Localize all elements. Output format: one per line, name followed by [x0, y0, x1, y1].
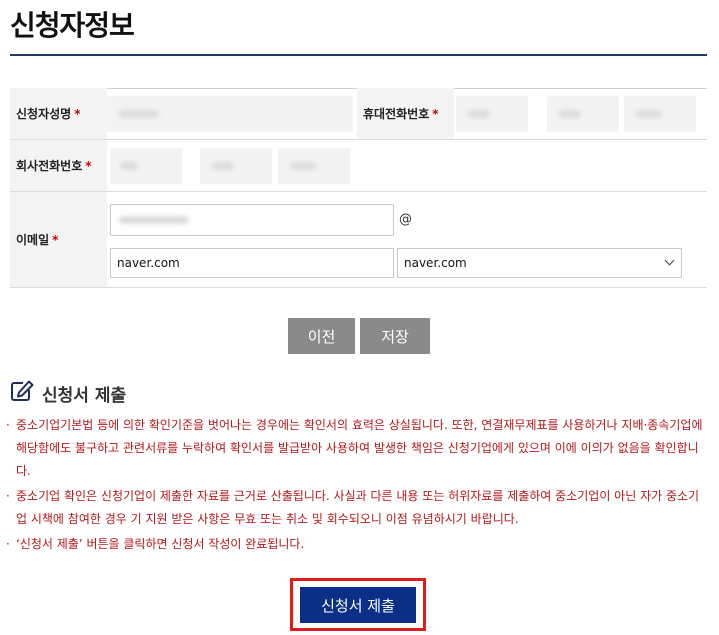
- email-id-input[interactable]: [110, 204, 394, 236]
- mobile-phone-part2-input[interactable]: [547, 96, 619, 132]
- required-mark: *: [74, 106, 81, 121]
- form-row-email: 이메일 * @ naver.com naver.com: [10, 192, 707, 288]
- applicant-name-input[interactable]: [107, 96, 353, 132]
- company-phone-part3-input[interactable]: [278, 148, 350, 184]
- required-mark: *: [432, 106, 439, 121]
- redacted-value: [468, 110, 490, 118]
- redacted-value: [290, 162, 316, 170]
- redacted-value: [120, 162, 138, 170]
- submission-section-header: 신청서 제출: [10, 380, 126, 406]
- edit-icon: [10, 380, 34, 406]
- company-phone-label-text: 회사전화번호: [16, 159, 83, 173]
- notice-item: 중소기업기본법 등에 의한 확인기준을 벗어나는 경우에는 확인서의 효력은 상…: [6, 414, 709, 483]
- form-row-company-phone: 회사전화번호 *: [10, 140, 707, 192]
- notice-item: 중소기업 확인은 신청기업이 제출한 자료를 근거로 산출됩니다. 사실과 다른…: [6, 485, 709, 531]
- form-row-name-mobile: 신청자성명 * 휴대전화번호 *: [10, 88, 707, 140]
- redacted-value: [119, 110, 159, 118]
- email-label: 이메일 *: [10, 192, 107, 287]
- mobile-phone-label-text: 휴대전화번호: [363, 107, 430, 121]
- email-domain-value: naver.com: [117, 256, 180, 270]
- save-button[interactable]: 저장: [360, 318, 430, 354]
- company-phone-part2-input[interactable]: [200, 148, 272, 184]
- email-domain-input[interactable]: naver.com: [110, 248, 394, 278]
- mobile-phone-label: 휴대전화번호 *: [357, 88, 454, 139]
- redacted-value: [636, 110, 662, 118]
- prev-button[interactable]: 이전: [288, 318, 355, 354]
- redacted-value: [559, 110, 581, 118]
- company-phone-label: 회사전화번호 *: [10, 140, 107, 191]
- applicant-name-label: 신청자성명 *: [10, 88, 107, 139]
- notice-item: ‘신청서 제출’ 버튼을 클릭하면 신청서 작성이 완료됩니다.: [6, 533, 709, 556]
- email-domain-select[interactable]: naver.com: [397, 248, 682, 278]
- chevron-down-icon: [664, 255, 675, 266]
- email-domain-select-value: naver.com: [404, 256, 467, 270]
- redacted-value: [119, 216, 189, 224]
- title-divider: [10, 54, 707, 56]
- submit-application-button[interactable]: 신청서 제출: [300, 587, 416, 623]
- required-mark: *: [85, 158, 92, 173]
- applicant-name-label-text: 신청자성명: [16, 107, 72, 121]
- at-sign: @: [399, 212, 412, 227]
- mobile-phone-part3-input[interactable]: [624, 96, 696, 132]
- submission-title: 신청서 제출: [42, 385, 127, 406]
- required-mark: *: [52, 232, 59, 247]
- page-title: 신청자정보: [10, 9, 135, 42]
- redacted-value: [212, 162, 234, 170]
- company-phone-part1-input[interactable]: [110, 148, 182, 184]
- email-label-text: 이메일: [16, 233, 50, 247]
- submission-notes: 중소기업기본법 등에 의한 확인기준을 벗어나는 경우에는 확인서의 효력은 상…: [6, 414, 709, 558]
- mobile-phone-part1-input[interactable]: [456, 96, 528, 132]
